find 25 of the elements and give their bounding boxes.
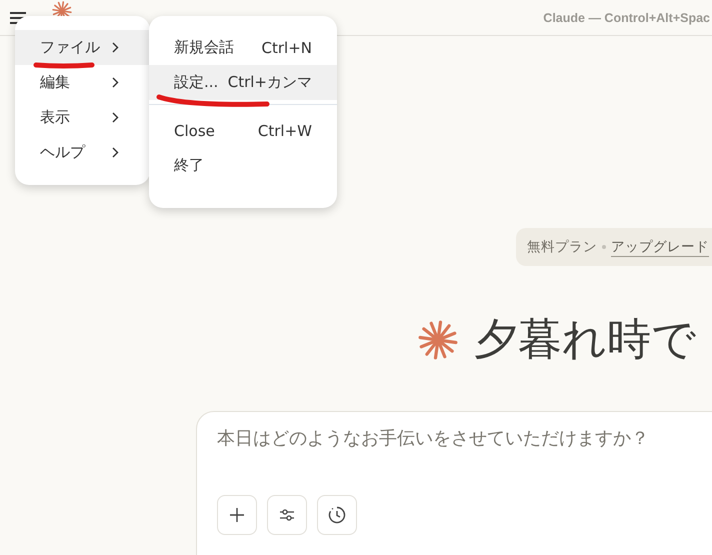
menu-item[interactable]: 設定... Ctrl+カンマ [149,65,337,100]
plan-label: 無料プラン [527,238,597,256]
menu-item[interactable]: ファイル [15,30,150,65]
settings-button[interactable] [267,495,307,535]
message-input[interactable]: 本日はどのようなお手伝いをさせていただけますか？ [217,428,697,449]
separator-dot [602,245,606,249]
upgrade-link[interactable]: アップグレード [611,238,709,256]
menu-item[interactable]: 編集 [15,65,150,100]
clock-icon [328,506,346,524]
menu-item[interactable]: 新規会話 Ctrl+N [149,30,337,65]
chevron-right-icon [112,112,119,123]
sliders-icon [279,508,295,522]
menu-item[interactable]: Close Ctrl+W [149,113,337,148]
menu-item[interactable]: 終了 [149,148,337,183]
chevron-right-icon [112,77,119,88]
menu-item[interactable]: ヘルプ [15,135,150,170]
chevron-right-icon [112,42,119,53]
menu-item[interactable]: 表示 [15,100,150,135]
plus-icon [229,507,245,523]
greeting-heading: 夕暮れ時で [474,313,696,367]
history-button[interactable] [317,495,357,535]
chevron-right-icon [112,147,119,158]
starburst-logo-icon [418,320,458,360]
add-button[interactable] [217,495,257,535]
window-title: Claude — Control+Alt+Spac [543,10,710,24]
